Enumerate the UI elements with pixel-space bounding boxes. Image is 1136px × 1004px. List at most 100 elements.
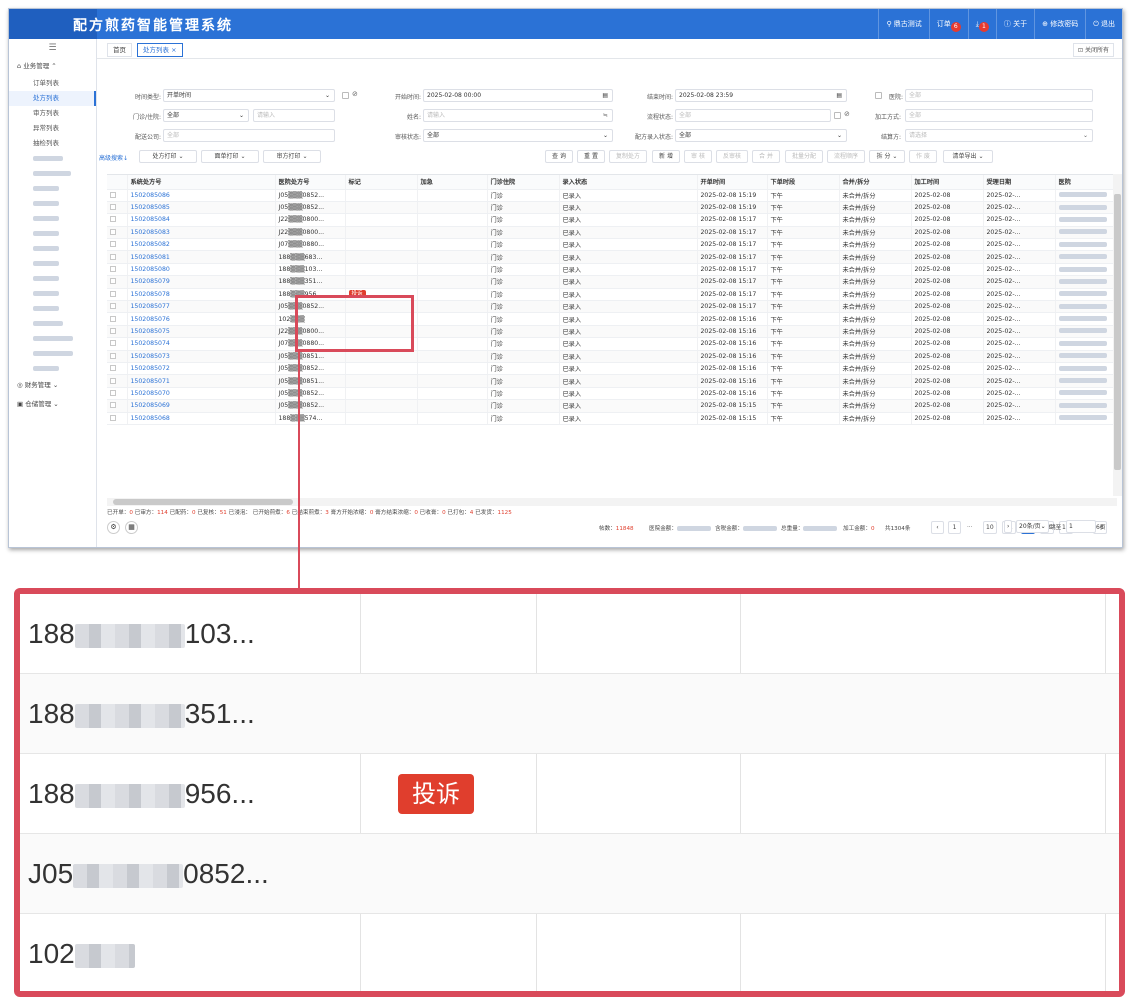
row-checkbox[interactable] <box>110 266 116 273</box>
end-time-input[interactable]: 2025-02-08 23:59 ▤ <box>675 89 847 102</box>
jump-page-input[interactable]: 1 <box>1066 520 1096 533</box>
help-icon[interactable]: ⊘ <box>352 90 358 98</box>
clinic-input[interactable]: 请输入 <box>253 109 335 122</box>
system-rx-link[interactable]: 1502085081 <box>127 250 276 264</box>
audit-status-select[interactable]: 全部 ⌄ <box>423 129 613 142</box>
row-checkbox[interactable] <box>110 340 116 347</box>
help-icon[interactable]: ⊘ <box>844 110 850 118</box>
row-checkbox[interactable] <box>110 191 116 198</box>
table-row[interactable]: 1502085079 188▒▒▒351... 门诊 已录入 2025-02-08 15… <box>107 275 1113 289</box>
row-checkbox[interactable] <box>110 303 116 310</box>
row-checkbox[interactable] <box>110 290 116 297</box>
table-row[interactable]: 1502085082 J07▒▒▒0880... 门诊 已录入 2025-02-08 1… <box>107 238 1113 252</box>
print-review-button[interactable]: 审方打印 ⌄ <box>263 150 321 163</box>
flow-order-button[interactable]: 流程顺序 <box>827 150 865 163</box>
column-header[interactable]: 录入状态 <box>559 175 698 190</box>
sidebar-group-finance[interactable]: ◎ 财务管理 ⌄ <box>9 376 96 395</box>
system-rx-link[interactable]: 1502085069 <box>127 399 276 413</box>
sidebar-group-business[interactable]: ⌂ 业务管理 ⌃ <box>9 57 96 76</box>
system-rx-link[interactable]: 1502085072 <box>127 362 276 376</box>
unaudit-button[interactable]: 反审核 <box>716 150 748 163</box>
time-type-select[interactable]: 开单时间 ⌄ <box>163 89 335 102</box>
table-row[interactable]: 1502085077 J05▒▒▒0852... 门诊 已录入 2025-02-08 1… <box>107 300 1113 314</box>
row-checkbox[interactable] <box>110 241 116 248</box>
download-button[interactable]: ⤓ 1 <box>967 9 996 39</box>
sidebar-group-storage[interactable]: ▣ 仓储管理 ⌄ <box>9 395 96 414</box>
table-row[interactable]: 1502085083 J22▒▒▒0800... 门诊 已录入 2025-02-08 1… <box>107 226 1113 240</box>
row-checkbox[interactable] <box>110 278 116 285</box>
system-rx-link[interactable]: 1502085085 <box>127 201 276 215</box>
column-header[interactable]: 加急 <box>417 175 488 190</box>
hospital-checkbox[interactable] <box>875 92 882 99</box>
copy-prescription-button[interactable]: 复制处方 <box>609 150 647 163</box>
table-row[interactable]: 1502085072 J05▒▒▒0852... 门诊 已录入 2025-02-08 1… <box>107 362 1113 376</box>
sidebar-item-blurred[interactable] <box>9 211 96 226</box>
column-header[interactable]: 合并/拆分 <box>839 175 912 190</box>
page-button[interactable]: 1 <box>948 521 961 534</box>
table-row[interactable]: 1502085078 188▒▒▒956... 投诉 门诊 已录入 2025-02-08 … <box>107 288 1113 302</box>
system-rx-link[interactable]: 1502085077 <box>127 300 276 314</box>
row-checkbox[interactable] <box>110 414 116 421</box>
system-rx-link[interactable]: 1502085073 <box>127 350 276 363</box>
table-row[interactable]: 1502085084 J22▒▒▒0800... 门诊 已录入 2025-02-08 1… <box>107 213 1113 227</box>
name-input[interactable]: 请输入 ≒ <box>423 109 613 122</box>
void-button[interactable]: 作 废 <box>909 150 937 163</box>
table-row[interactable]: 1502085080 188▒▒▒103... 门诊 已录入 2025-02-08 15… <box>107 263 1113 277</box>
table-row[interactable]: 1502085071 J05▒▒▒0851... 门诊 已录入 2025-02-08 1… <box>107 374 1113 388</box>
sidebar-item-review[interactable]: 审方列表 <box>9 106 96 121</box>
column-header[interactable]: 医院处方号 <box>275 175 346 190</box>
clinic-select[interactable]: 全部 ⌄ <box>163 109 249 122</box>
settle-party-select[interactable]: 请选择 ⌄ <box>905 129 1093 142</box>
system-rx-link[interactable]: 1502085082 <box>127 238 276 252</box>
system-rx-link[interactable]: 1502085071 <box>127 374 276 388</box>
sidebar-item-blurred[interactable] <box>9 256 96 271</box>
system-rx-link[interactable]: 1502085070 <box>127 387 276 401</box>
prev-page-button[interactable]: ‹ <box>931 521 944 534</box>
table-row[interactable]: 1502085073 J05▒▒▒0851... 门诊 已录入 2025-02-08 1… <box>107 350 1113 363</box>
row-checkbox[interactable] <box>110 352 116 359</box>
column-header[interactable]: 下单时段 <box>767 175 840 190</box>
advanced-search-link[interactable]: 高级搜索↓ <box>99 153 128 162</box>
row-checkbox[interactable] <box>110 315 116 322</box>
table-row[interactable]: 1502085085 J05▒▒▒0852... 门诊 已录入 2025-02-08 1… <box>107 201 1113 215</box>
sidebar-item-blurred[interactable] <box>9 361 96 376</box>
system-rx-link[interactable]: 1502085086 <box>127 189 276 202</box>
row-checkbox[interactable] <box>110 204 116 211</box>
recipe-status-select[interactable]: 全部 ⌄ <box>675 129 847 142</box>
sidebar-item-blurred[interactable] <box>9 271 96 286</box>
row-checkbox[interactable] <box>110 216 116 223</box>
print-prescription-button[interactable]: 处方打印 ⌄ <box>139 150 197 163</box>
system-rx-link[interactable]: 1502085084 <box>127 213 276 227</box>
table-row[interactable]: 1502085075 J22▒▒▒0800... 门诊 已录入 2025-02-08 1… <box>107 325 1113 339</box>
table-row[interactable]: 1502085081 188▒▒▒683... 门诊 已录入 2025-02-08 15… <box>107 250 1113 264</box>
tab-prescription[interactable]: 处方列表 × <box>137 43 183 57</box>
sidebar-item-blurred[interactable] <box>9 181 96 196</box>
row-checkbox[interactable] <box>110 327 116 334</box>
sidebar-item-sampling[interactable]: 抽检列表 <box>9 136 96 151</box>
sidebar-item-exceptions[interactable]: 异常列表 <box>9 121 96 136</box>
start-time-input[interactable]: 2025-02-08 00:00 ▤ <box>423 89 613 102</box>
page-button[interactable]: 10 <box>983 521 997 534</box>
row-checkbox[interactable] <box>110 228 116 235</box>
column-header[interactable]: 系统处方号 <box>127 175 276 190</box>
row-checkbox[interactable] <box>110 389 116 396</box>
reset-button[interactable]: 重 置 <box>577 150 605 163</box>
add-button[interactable]: 新 增 <box>652 150 680 163</box>
close-all-tabs-button[interactable]: ⊡ 关闭所有 <box>1073 43 1114 57</box>
column-header[interactable]: 标记 <box>345 175 418 190</box>
sidebar-item-prescriptions[interactable]: 处方列表 <box>9 91 96 106</box>
table-row[interactable]: 1502085068 188▒▒▒574... 门诊 已录入 2025-02-08 15… <box>107 412 1113 425</box>
time-type-checkbox[interactable] <box>342 92 349 99</box>
logout-button[interactable]: ⏻ 退出 <box>1085 9 1122 39</box>
sidebar-item-blurred[interactable] <box>9 301 96 316</box>
grid-icon[interactable]: ▦ <box>125 521 138 534</box>
system-rx-link[interactable]: 1502085078 <box>127 288 276 302</box>
system-rx-link[interactable]: 1502085075 <box>127 325 276 339</box>
horizontal-scroll-thumb[interactable] <box>113 499 293 505</box>
horizontal-scrollbar[interactable] <box>107 498 1117 506</box>
system-rx-link[interactable]: 1502085076 <box>127 312 276 326</box>
vertical-scroll-thumb[interactable] <box>1114 194 1121 470</box>
sidebar-item-blurred[interactable] <box>9 196 96 211</box>
sidebar-item-blurred[interactable] <box>9 166 96 181</box>
row-checkbox[interactable] <box>110 365 116 372</box>
